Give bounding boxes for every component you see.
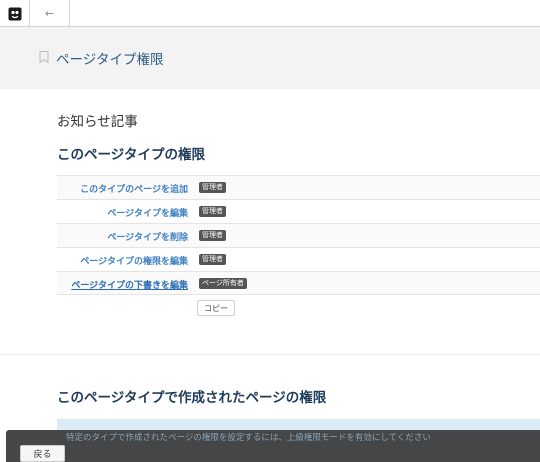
info-alert-text: 特定のタイプで作成されたページの権限を設定するには、上級権限モードを有効にしてく… [66, 433, 431, 443]
permission-row: ページタイプを削除 管理者 [57, 223, 540, 247]
permission-row: ページタイプを編集 管理者 [57, 199, 540, 223]
permissions-table: このタイプのページを追加 管理者 ページタイプを編集 管理者 ページタイプを削除… [57, 175, 540, 295]
top-toolbar: ← [0, 0, 540, 27]
permission-link-edit-drafts[interactable]: ページタイプの下書きを編集 [71, 278, 188, 291]
permission-badge: 管理者 [199, 254, 226, 265]
copy-button[interactable]: コピー [197, 300, 235, 316]
permission-link-edit-permissions[interactable]: ページタイプの権限を編集 [80, 254, 188, 267]
permission-badge: 管理者 [199, 206, 226, 217]
page-type-name: お知らせ記事 [57, 114, 138, 130]
permission-badge: 管理者 [199, 230, 226, 241]
permission-row: ページタイプの下書きを編集 ページ所有者 [57, 271, 540, 295]
arrow-left-icon: ← [44, 7, 55, 20]
bottom-action-bar: 特定のタイプで作成されたページの権限を設定するには、上級権限モードを有効にしてく… [6, 430, 540, 462]
permission-badge: 管理者 [199, 182, 226, 193]
bookmark-icon [39, 51, 49, 63]
permission-link-add-page[interactable]: このタイプのページを追加 [80, 182, 188, 195]
permission-badge: ページ所有者 [199, 278, 247, 289]
back-nav-button[interactable]: ← [30, 0, 70, 27]
permission-row: ページタイプの権限を編集 管理者 [57, 247, 540, 271]
app-logo-icon [8, 7, 21, 20]
section-heading-page-permissions: このページタイプで作成されたページの権限 [57, 390, 327, 406]
permission-row: このタイプのページを追加 管理者 [57, 175, 540, 199]
section-heading-page-type-permissions: このページタイプの権限 [57, 147, 205, 163]
back-button[interactable]: 戻る [20, 445, 65, 462]
permission-link-delete-page-type[interactable]: ページタイプを削除 [107, 230, 188, 243]
app-logo[interactable] [0, 0, 30, 27]
permission-link-edit-page-type[interactable]: ページタイプを編集 [107, 206, 188, 219]
section-divider [0, 354, 540, 355]
page-title: ページタイプ権限 [56, 52, 164, 68]
page-header: ページタイプ権限 [0, 27, 540, 89]
